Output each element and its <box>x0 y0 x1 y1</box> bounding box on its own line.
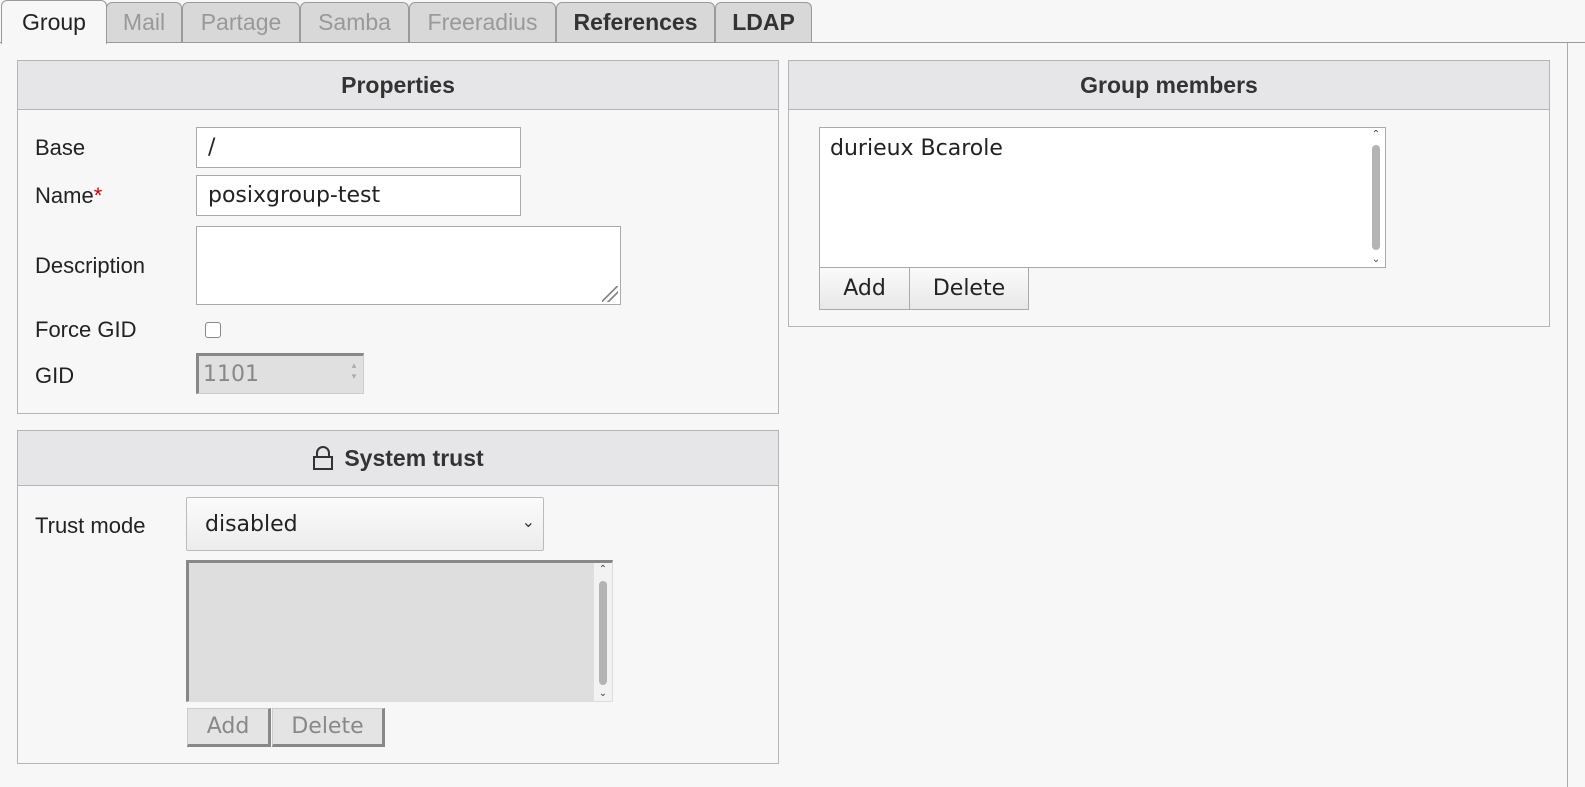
name-label-text: Name <box>35 183 94 208</box>
tab-bar: Group Mail Partage Samba Freeradius Refe… <box>0 0 1585 44</box>
trust-add-button[interactable]: Add <box>187 708 271 747</box>
system-trust-title: System trust <box>18 431 778 486</box>
scroll-down-icon[interactable]: ⌄ <box>1367 253 1385 267</box>
system-trust-title-text: System trust <box>344 444 484 471</box>
tab-group[interactable]: Group <box>1 0 107 44</box>
scroll-thumb[interactable] <box>1372 145 1380 250</box>
gid-value: 1101 <box>203 362 259 387</box>
tab-freeradius[interactable]: Freeradius <box>409 2 556 42</box>
list-item[interactable]: durieux Bcarole <box>830 136 1003 161</box>
members-list-scrollbar[interactable]: ⌃ ⌄ <box>1367 128 1385 267</box>
lock-icon <box>312 446 334 470</box>
chevron-down-icon: ⌄ <box>521 512 535 531</box>
system-trust-panel: System trust Trust mode disabled ⌄ ⌃ ⌄ A… <box>17 430 779 764</box>
members-add-button[interactable]: Add <box>819 267 910 310</box>
tab-samba[interactable]: Samba <box>300 2 409 42</box>
name-field[interactable]: posixgroup-test <box>196 175 521 216</box>
resize-handle-icon[interactable] <box>602 286 618 302</box>
scroll-down-icon[interactable]: ⌄ <box>594 687 612 701</box>
force-gid-checkbox[interactable] <box>205 322 221 338</box>
tab-divider <box>0 42 1585 43</box>
base-label: Base <box>35 135 86 160</box>
group-members-title: Group members <box>789 61 1549 110</box>
members-delete-button[interactable]: Delete <box>909 267 1029 310</box>
trust-mode-select[interactable]: disabled ⌄ <box>186 497 544 551</box>
trust-mode-value: disabled <box>205 511 298 537</box>
members-list[interactable]: durieux Bcarole ⌃ ⌄ <box>819 127 1386 268</box>
spinner-arrows-icon[interactable]: ▴ ▾ <box>348 361 360 385</box>
trust-delete-button[interactable]: Delete <box>272 708 385 747</box>
properties-title: Properties <box>18 61 778 110</box>
tab-ldap[interactable]: LDAP <box>715 2 812 42</box>
tab-mail[interactable]: Mail <box>106 2 182 42</box>
gid-label: GID <box>35 363 75 388</box>
trust-hosts-list[interactable]: ⌃ ⌄ <box>186 560 613 702</box>
tab-references[interactable]: References <box>556 2 715 42</box>
required-marker: * <box>93 183 103 208</box>
description-field[interactable] <box>196 226 621 305</box>
trust-list-scrollbar[interactable]: ⌃ ⌄ <box>594 563 612 701</box>
group-members-panel: Group members durieux Bcarole ⌃ ⌄ Add De… <box>788 60 1550 327</box>
force-gid-label: Force GID <box>35 317 137 342</box>
name-label: Name* <box>35 183 102 209</box>
description-label: Description <box>35 253 146 278</box>
base-field[interactable]: / <box>196 127 521 168</box>
properties-panel: Properties Base / Name* posixgroup-test … <box>17 60 779 414</box>
gid-field[interactable]: 1101 ▴ ▾ <box>196 353 364 394</box>
scroll-thumb[interactable] <box>599 581 607 685</box>
scroll-up-icon[interactable]: ⌃ <box>594 563 612 577</box>
scroll-up-icon[interactable]: ⌃ <box>1367 128 1385 142</box>
tab-partage[interactable]: Partage <box>182 2 300 42</box>
trust-mode-label: Trust mode <box>35 513 146 538</box>
